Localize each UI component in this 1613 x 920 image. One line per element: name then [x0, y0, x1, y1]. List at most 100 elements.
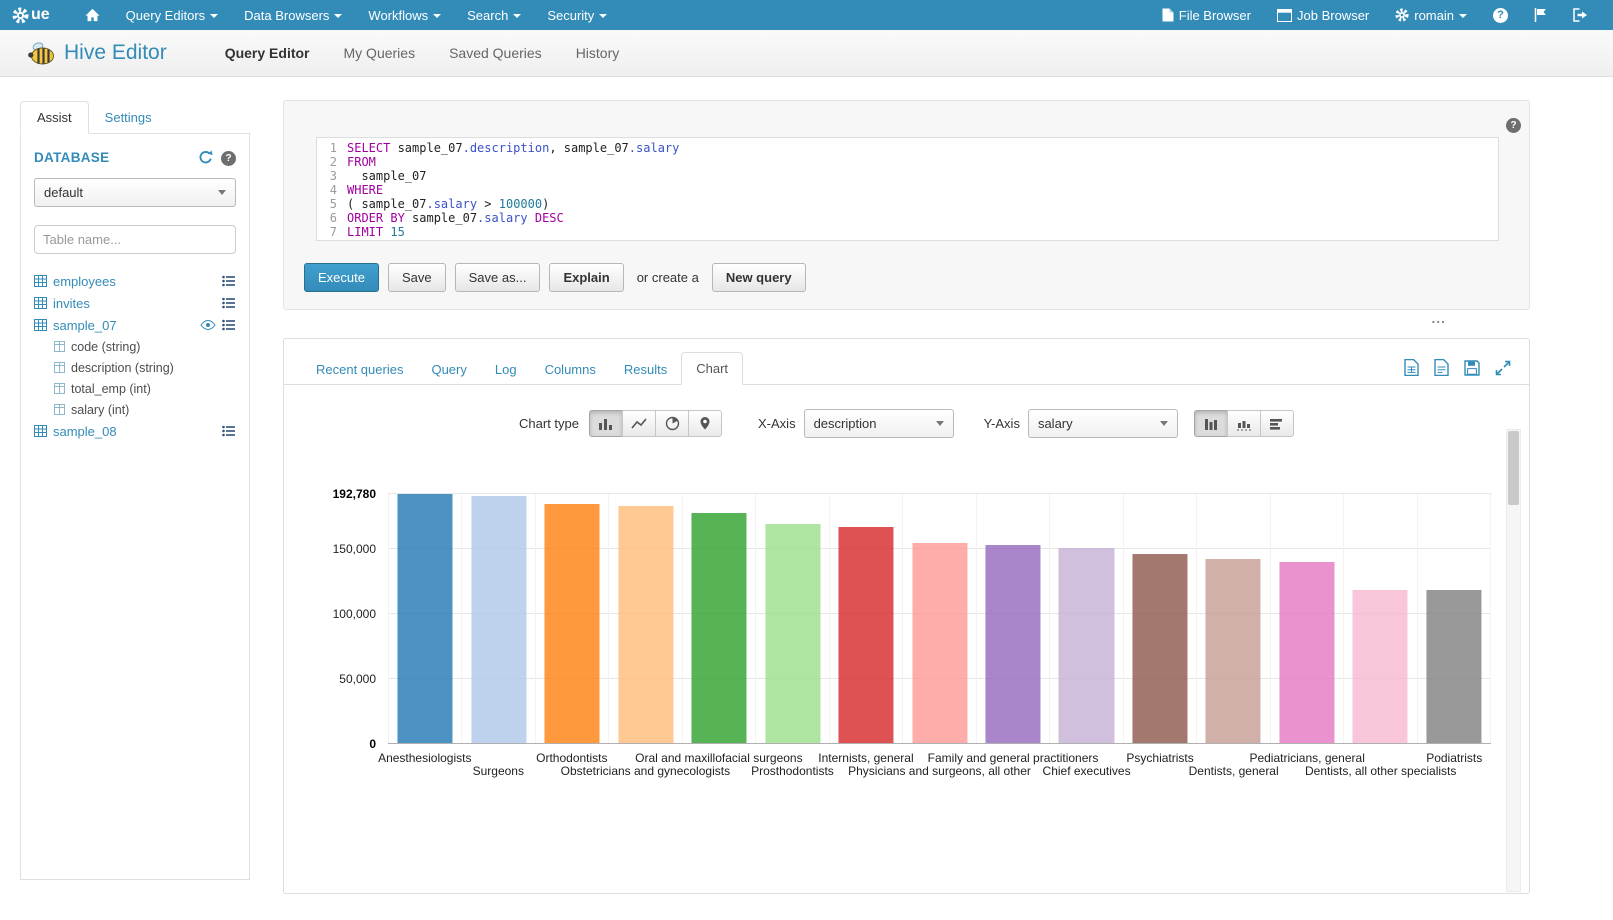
results-scrollbar[interactable] [1506, 429, 1521, 892]
nav-job-browser[interactable]: Job Browser [1264, 0, 1382, 30]
code-line: 1SELECT sample_07.description, sample_07… [317, 141, 1498, 155]
tab-results[interactable]: Results [610, 354, 681, 385]
preview-data-icon[interactable] [222, 297, 236, 309]
help-icon[interactable]: ? [221, 148, 236, 166]
tab-recent-queries[interactable]: Recent queries [302, 354, 417, 385]
bar-8[interactable] [985, 545, 1040, 744]
nav-logout-button[interactable] [1560, 0, 1601, 30]
save-results-icon[interactable] [1464, 360, 1480, 376]
nav-data-browsers[interactable]: Data Browsers [231, 0, 355, 30]
hue-logo[interactable]: ue [12, 6, 50, 24]
table-name[interactable]: sample_08 [53, 424, 117, 439]
bar-12[interactable] [1279, 562, 1334, 744]
column-row-total-emp[interactable]: total_emp (int) [34, 378, 236, 399]
pie-chart-button[interactable] [655, 410, 689, 437]
tab-history[interactable]: History [576, 45, 620, 61]
x-tick-label: Chief executives [1043, 764, 1131, 778]
column-row-code[interactable]: code (string) [34, 336, 236, 357]
bar-9[interactable] [1059, 548, 1114, 744]
bar-4[interactable] [692, 513, 747, 744]
x-axis-select[interactable]: description [804, 409, 954, 438]
nav-flag-button[interactable] [1521, 0, 1560, 30]
panel-resize-handle[interactable]: ... [1431, 314, 1446, 322]
tab-chart[interactable]: Chart [681, 352, 743, 385]
tab-settings[interactable]: Settings [89, 102, 168, 133]
horizontal-bars-button[interactable] [1260, 410, 1294, 437]
table-row-sample-08[interactable]: sample_08 [34, 420, 236, 442]
table-row-employees[interactable]: employees [34, 270, 236, 292]
bar-13[interactable] [1353, 590, 1408, 744]
nav-label: Workflows [368, 8, 428, 23]
eye-icon[interactable] [200, 320, 216, 330]
bar-2[interactable] [545, 504, 600, 744]
tab-assist[interactable]: Assist [20, 101, 89, 134]
column-row-description[interactable]: description (string) [34, 357, 236, 378]
home-icon [85, 8, 100, 22]
y-tick-label: 100,000 [333, 607, 376, 621]
query-editor-panel: ? 1SELECT sample_07.description, sample_… [283, 100, 1530, 310]
table-row-sample-07[interactable]: sample_07 [34, 314, 236, 336]
bar-11[interactable] [1206, 559, 1261, 744]
table-row-invites[interactable]: invites [34, 292, 236, 314]
table-name[interactable]: sample_07 [53, 318, 117, 333]
table-filter-input[interactable] [34, 225, 236, 254]
database-heading: DATABASE [34, 150, 198, 165]
table-name[interactable]: employees [53, 274, 116, 289]
nav-security[interactable]: Security [534, 0, 620, 30]
sql-editor[interactable]: 1SELECT sample_07.description, sample_07… [316, 137, 1499, 241]
tab-query-editor[interactable]: Query Editor [225, 45, 310, 61]
table-name[interactable]: invites [53, 296, 90, 311]
chevron-down-icon [599, 14, 607, 18]
column-icon [54, 362, 65, 373]
y-axis-select[interactable]: salary [1028, 409, 1178, 438]
tab-log[interactable]: Log [481, 354, 531, 385]
x-tick-label: Family and general practitioners [928, 751, 1099, 765]
tab-query[interactable]: Query [417, 354, 480, 385]
execute-button[interactable]: Execute [304, 263, 379, 292]
nav-user-menu[interactable]: romain [1382, 0, 1480, 30]
preview-data-icon[interactable] [222, 275, 236, 287]
bar-chart-button[interactable] [589, 410, 623, 437]
column-icon [54, 404, 65, 415]
bar-3[interactable] [618, 506, 673, 744]
x-tick-label: Obstetricians and gynecologists [561, 764, 730, 778]
y-axis-label: Y-Axis [984, 416, 1020, 431]
nav-search[interactable]: Search [454, 0, 534, 30]
bar-7[interactable] [912, 543, 967, 744]
nav-file-browser[interactable]: File Browser [1149, 0, 1264, 30]
bar-10[interactable] [1132, 554, 1187, 744]
help-icon[interactable]: ? [1506, 115, 1521, 133]
stacked-bars-button[interactable] [1227, 410, 1261, 437]
new-query-button[interactable]: New query [712, 263, 806, 292]
map-chart-button[interactable] [688, 410, 722, 437]
preview-data-icon[interactable] [222, 319, 236, 331]
tab-my-queries[interactable]: My Queries [344, 45, 416, 61]
line-chart-button[interactable] [622, 410, 656, 437]
x-tick-label: Internists, general [818, 751, 913, 765]
tab-saved-queries[interactable]: Saved Queries [449, 45, 542, 61]
scrollbar-thumb[interactable] [1508, 431, 1519, 505]
home-button[interactable] [72, 0, 113, 30]
grouped-bars-button[interactable] [1194, 410, 1228, 437]
save-button[interactable]: Save [388, 263, 446, 292]
download-xls-icon[interactable] [1404, 359, 1419, 376]
nav-workflows[interactable]: Workflows [355, 0, 454, 30]
expand-icon[interactable] [1495, 360, 1511, 376]
refresh-icon[interactable] [198, 150, 213, 165]
nav-help-button[interactable]: ? [1480, 0, 1521, 30]
save-as-button[interactable]: Save as... [455, 263, 541, 292]
bar-1[interactable] [471, 496, 526, 744]
bar-6[interactable] [839, 527, 894, 744]
tab-columns[interactable]: Columns [531, 354, 610, 385]
bar-5[interactable] [765, 524, 820, 744]
table-icon [34, 275, 47, 287]
bar-0[interactable] [398, 494, 453, 744]
window-icon [1277, 9, 1292, 22]
column-row-salary[interactable]: salary (int) [34, 399, 236, 420]
download-results-icon[interactable] [1434, 359, 1449, 376]
database-select[interactable]: default [34, 178, 236, 207]
explain-button[interactable]: Explain [549, 263, 623, 292]
preview-data-icon[interactable] [222, 425, 236, 437]
nav-query-editors[interactable]: Query Editors [113, 0, 231, 30]
bar-14[interactable] [1426, 590, 1481, 744]
